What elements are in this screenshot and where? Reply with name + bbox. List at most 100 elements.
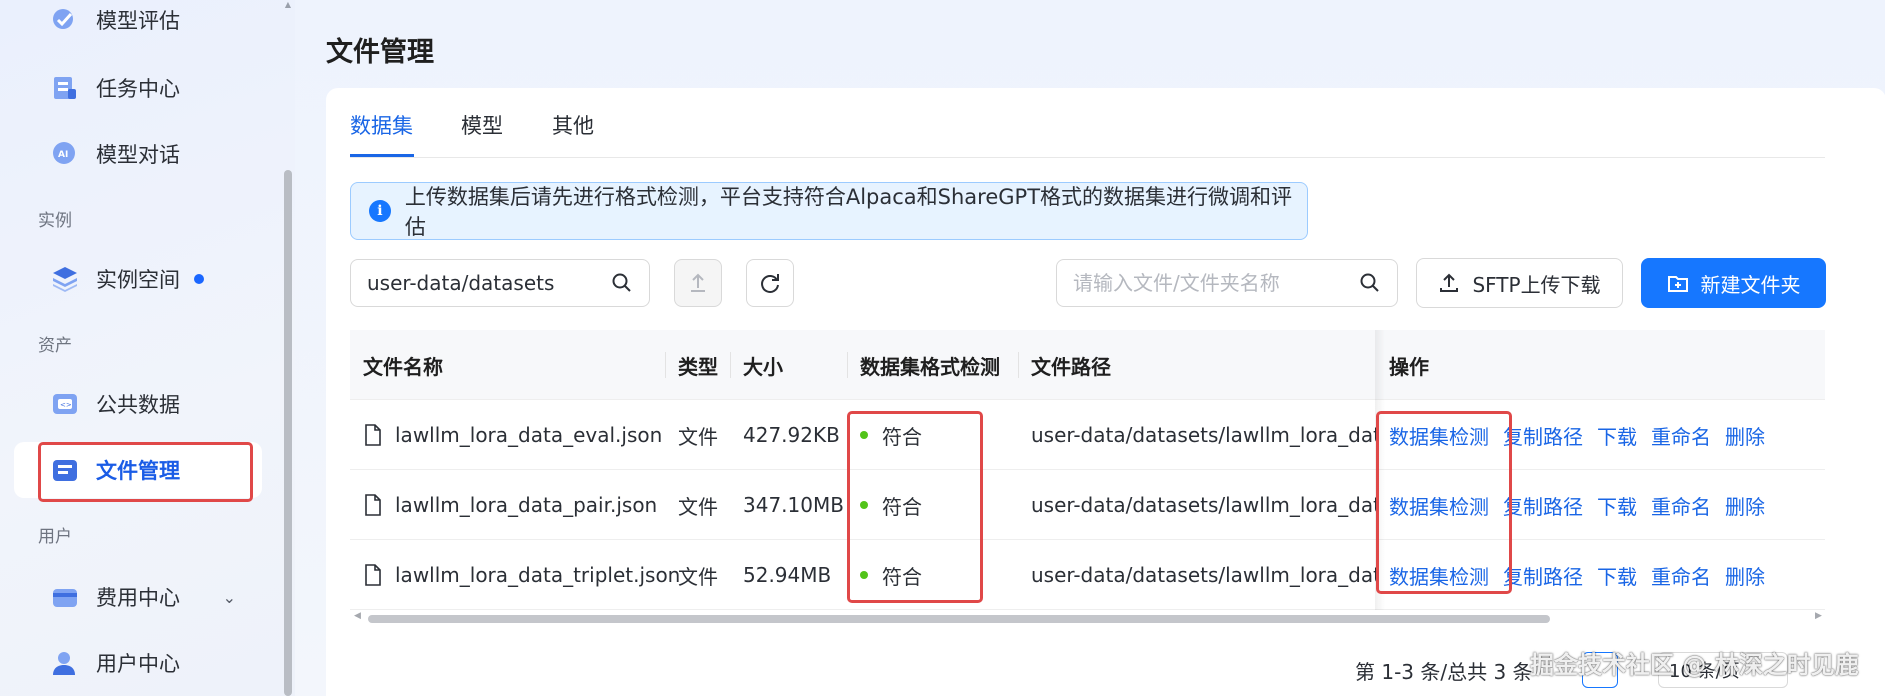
layers-icon (53, 267, 77, 292)
go-up-button[interactable] (674, 259, 722, 307)
file-name-text: lawllm_lora_data_pair.json (395, 493, 658, 517)
file-manage-icon (53, 460, 77, 481)
cell-size: 427.92KB (743, 423, 840, 447)
header-divider (1018, 352, 1019, 378)
fixed-column-shadow (1375, 330, 1385, 610)
action-copy-path[interactable]: 复制路径 (1503, 561, 1583, 590)
cell-size: 347.10MB (743, 493, 844, 517)
cell-type: 文件 (678, 564, 718, 589)
file-search-input[interactable] (1073, 271, 1397, 295)
scroll-up-arrow-icon[interactable]: ▲ (284, 0, 292, 10)
sidebar-item-label: 公共数据 (96, 393, 180, 417)
chevron-down-icon[interactable]: ⌄ (223, 588, 236, 607)
table-scrollbar-thumb[interactable] (368, 615, 1550, 623)
notification-dot (194, 274, 204, 284)
sidebar-item-label: 文件管理 (96, 459, 180, 483)
header-actions: 操作 (1389, 354, 1429, 379)
model-eval-icon (53, 9, 73, 29)
cell-format-check: 符合 (860, 470, 922, 540)
cell-file-path: user-data/datasets/lawllm_lora_data_eval… (1031, 423, 1376, 447)
action-rename[interactable]: 重命名 (1651, 491, 1711, 520)
sidebar-item-model-eval[interactable]: 模型评估 (14, 0, 262, 48)
upload-icon (1440, 273, 1459, 292)
sidebar-group-user: 用户 (38, 527, 72, 547)
action-delete[interactable]: 删除 (1725, 421, 1765, 450)
action-delete[interactable]: 删除 (1725, 561, 1765, 590)
action-download[interactable]: 下载 (1597, 421, 1637, 450)
new-folder-button[interactable]: 新建文件夹 (1641, 258, 1826, 308)
sidebar-item-label: 用户中心 (96, 652, 180, 676)
action-rename[interactable]: 重命名 (1651, 561, 1711, 590)
sidebar-item-file-manage[interactable]: 文件管理 (14, 442, 262, 498)
ai-chat-icon: AI (53, 142, 75, 164)
header-size: 大小 (743, 354, 783, 379)
search-icon[interactable] (1359, 272, 1381, 294)
path-input[interactable] (367, 271, 649, 295)
cell-format-check: 符合 (860, 540, 922, 610)
sidebar-item-instance-space[interactable]: 实例空间 (14, 251, 262, 307)
action-delete[interactable]: 删除 (1725, 491, 1765, 520)
row-actions: 数据集检测 复制路径 下载 重命名 删除 (1389, 400, 1765, 470)
file-name-text: lawllm_lora_data_eval.json (395, 423, 663, 447)
folder-add-icon (1667, 276, 1688, 292)
sidebar-scrollbar-thumb[interactable] (284, 170, 292, 696)
action-download[interactable]: 下载 (1597, 561, 1637, 590)
action-dataset-check[interactable]: 数据集检测 (1389, 491, 1489, 520)
sidebar: 模型评估 任务中心 AI 模型对话 实例 实例空间 资产 <> 公共数据 文件管… (0, 0, 295, 696)
refresh-button[interactable] (746, 259, 794, 307)
sidebar-item-task-center[interactable]: 任务中心 (14, 60, 262, 116)
action-dataset-check[interactable]: 数据集检测 (1389, 561, 1489, 590)
action-copy-path[interactable]: 复制路径 (1503, 421, 1583, 450)
tab-datasets[interactable]: 数据集 (350, 110, 413, 140)
sidebar-item-ai-chat[interactable]: AI 模型对话 (14, 126, 262, 182)
active-tab-indicator (350, 154, 414, 157)
scroll-left-arrow-icon[interactable]: ◀ (354, 611, 361, 621)
tab-others[interactable]: 其他 (552, 110, 594, 140)
tab-bar: 数据集 模型 其他 (350, 98, 1825, 158)
file-icon (365, 494, 381, 516)
search-icon[interactable] (611, 272, 633, 294)
status-dot (860, 571, 868, 579)
pagination-total: 第 1-3 条/总共 3 条 (1355, 660, 1533, 684)
status-dot (860, 501, 868, 509)
header-file-name: 文件名称 (363, 354, 443, 379)
svg-text:<>: <> (60, 401, 72, 409)
row-actions: 数据集检测 复制路径 下载 重命名 删除 (1389, 470, 1765, 540)
file-icon (365, 564, 381, 586)
sidebar-item-public-data[interactable]: <> 公共数据 (14, 376, 262, 432)
alert-text: 上传数据集后请先进行格式检测，平台支持符合Alpaca和ShareGPT格式的数… (404, 185, 1293, 239)
watermark: 掘金技术社区 @ 林深之时见鹿 (1530, 651, 1859, 679)
cell-format-check: 符合 (860, 400, 922, 470)
scroll-right-arrow-icon[interactable]: ▶ (1815, 611, 1822, 621)
public-data-icon: <> (53, 394, 77, 414)
sidebar-item-label: 模型对话 (96, 143, 180, 167)
sidebar-item-billing[interactable]: 费用中心 ⌄ (14, 569, 262, 625)
sidebar-item-label: 实例空间 (96, 268, 180, 292)
sidebar-item-user-center[interactable]: 用户中心 (14, 635, 262, 691)
header-format-check: 数据集格式检测 (860, 354, 1000, 379)
action-copy-path[interactable]: 复制路径 (1503, 491, 1583, 520)
tab-models[interactable]: 模型 (461, 110, 503, 140)
path-input-wrapper (350, 259, 650, 307)
billing-icon (53, 589, 77, 607)
sftp-button[interactable]: SFTP上传下载 (1416, 258, 1623, 308)
action-dataset-check[interactable]: 数据集检测 (1389, 421, 1489, 450)
refresh-icon (761, 274, 779, 293)
sidebar-item-label: 费用中心 (96, 586, 180, 610)
page-title: 文件管理 (326, 37, 434, 68)
action-download[interactable]: 下载 (1597, 491, 1637, 520)
header-file-path: 文件路径 (1031, 354, 1111, 379)
new-folder-button-label: 新建文件夹 (1700, 272, 1801, 297)
upload-arrow-icon (691, 273, 705, 292)
file-icon (365, 424, 381, 446)
sidebar-group-instance: 实例 (38, 211, 72, 231)
sidebar-item-label: 任务中心 (96, 77, 180, 101)
action-rename[interactable]: 重命名 (1651, 421, 1711, 450)
cell-file-name[interactable]: lawllm_lora_data_eval.json (363, 400, 662, 470)
cell-file-name[interactable]: lawllm_lora_data_pair.json (363, 470, 657, 540)
header-divider (847, 352, 848, 378)
cell-file-path: user-data/datasets/lawllm_lora_data_pair… (1031, 493, 1376, 517)
cell-type: 文件 (678, 424, 718, 449)
cell-file-name[interactable]: lawllm_lora_data_triplet.json (363, 540, 680, 610)
svg-text:AI: AI (58, 150, 68, 160)
